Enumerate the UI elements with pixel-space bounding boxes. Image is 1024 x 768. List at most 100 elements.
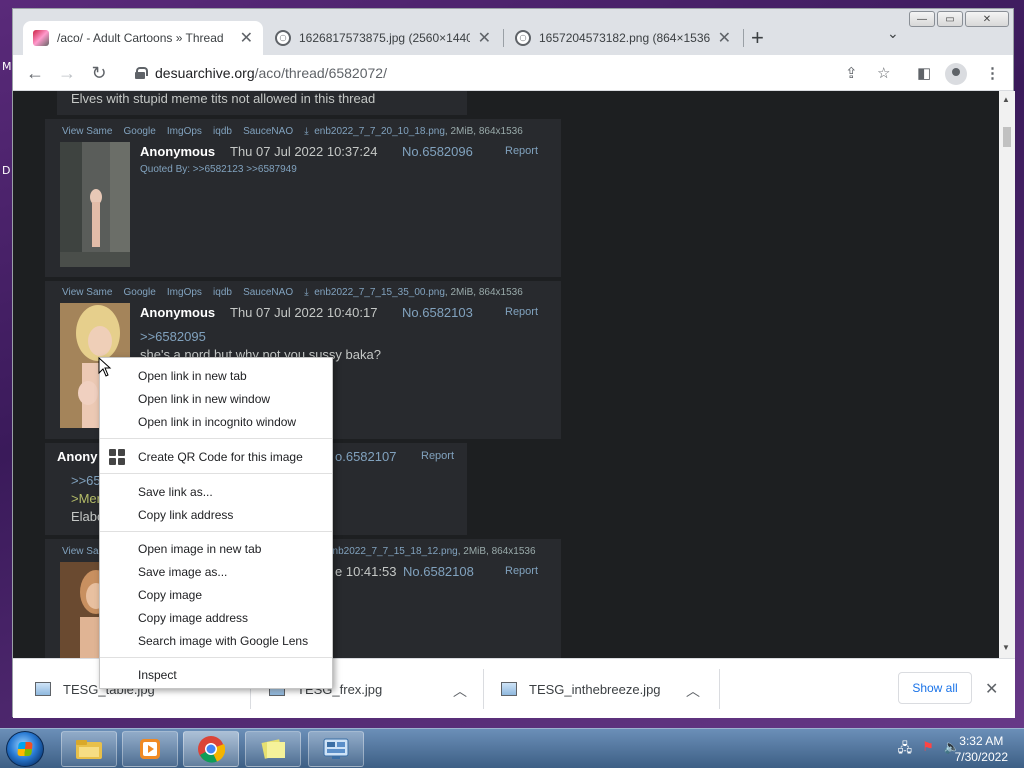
tab-strip: /aco/ - Adult Cartoons » Thread ✕ 162681… <box>13 9 1013 55</box>
download-item[interactable]: TESG_inthebreeze.jpg <box>501 659 661 719</box>
post-number-link[interactable]: o.6582107 <box>335 449 396 464</box>
clock-time: 3:32 AM <box>959 734 1004 748</box>
menu-save-link-as[interactable]: Save link as... <box>100 481 332 503</box>
menu-copy-link-address[interactable]: Copy link address <box>100 504 332 526</box>
menu-search-google-lens[interactable]: Search image with Google Lens <box>100 630 332 652</box>
report-link[interactable]: Report <box>421 450 454 462</box>
report-link[interactable]: Report <box>505 145 538 157</box>
taskbar-clock[interactable]: 3:32 AM 7/30/2022 <box>955 733 1008 765</box>
menu-copy-image-address[interactable]: Copy image address <box>100 607 332 629</box>
scroll-down-arrow-icon[interactable]: ▼ <box>1002 643 1010 652</box>
taskbar-chrome-button[interactable] <box>183 731 239 767</box>
bookmark-star-icon[interactable]: ☆ <box>877 64 890 82</box>
network-icon[interactable]: 🖧 <box>898 739 913 761</box>
reload-icon[interactable]: ↻ <box>87 61 111 85</box>
show-all-button[interactable]: Show all <box>898 672 972 704</box>
share-icon[interactable]: ⇪ <box>845 64 858 82</box>
back-arrow-icon[interactable]: ← <box>23 61 47 85</box>
system-tray: 🖧 ⚑ 🔈 <box>898 739 960 761</box>
post-date: Thu 07 Jul 2022 10:37:24 <box>230 144 378 159</box>
address-bar[interactable]: desuarchive.org/aco/thread/6582072/ <box>125 59 885 87</box>
remote-desktop-icon <box>323 738 349 759</box>
google-link[interactable]: Google <box>124 126 156 137</box>
action-center-flag-icon[interactable]: ⚑ <box>922 739 934 761</box>
post-number-link[interactable]: No.6582096 <box>402 144 473 159</box>
taskbar-explorer-button[interactable] <box>61 731 117 767</box>
taskbar-media-player-button[interactable] <box>122 731 178 767</box>
url-path: /aco/thread/6582072/ <box>254 65 387 81</box>
lock-icon[interactable] <box>135 67 148 79</box>
new-tab-plus-icon[interactable]: + <box>751 25 764 51</box>
post-date: e 10:41:53 <box>335 564 397 579</box>
pony-favicon-icon <box>33 30 49 46</box>
clock-date: 7/30/2022 <box>954 750 1008 764</box>
view-same-link[interactable]: View Sa <box>62 546 99 557</box>
tab-search-chevron-icon[interactable]: ⌄ <box>887 25 899 42</box>
imgops-link[interactable]: ImgOps <box>167 126 202 137</box>
scroll-up-arrow-icon[interactable]: ▲ <box>1002 95 1010 104</box>
post-number-link[interactable]: No.6582108 <box>403 564 474 579</box>
chevron-up-icon[interactable]: ︿ <box>453 681 467 701</box>
tab-title: 1626817573875.jpg (2560×1440) <box>299 31 470 45</box>
menu-save-image-as[interactable]: Save image as... <box>100 561 332 583</box>
tab-jpg-image[interactable]: 1626817573875.jpg (2560×1440) ✕ <box>265 21 501 55</box>
saucenao-link[interactable]: SauceNAO <box>243 126 293 137</box>
image-file-icon <box>501 682 517 696</box>
menu-copy-image[interactable]: Copy image <box>100 584 332 606</box>
taskbar-notes-button[interactable] <box>245 731 301 767</box>
page-scrollbar[interactable]: ▲ ▼ <box>999 91 1015 658</box>
file-meta: , 2MiB, 864x1536 <box>457 546 536 557</box>
close-tab-icon[interactable]: ✕ <box>240 28 253 48</box>
google-link[interactable]: Google <box>124 287 156 298</box>
close-tab-icon[interactable]: ✕ <box>478 28 491 48</box>
start-button[interactable] <box>6 731 44 767</box>
view-same-link[interactable]: View Same <box>62 126 112 137</box>
iqdb-link[interactable]: iqdb <box>213 126 232 137</box>
folder-icon <box>76 740 102 759</box>
close-window-button[interactable]: ✕ <box>965 11 1009 27</box>
poster-name: Anony <box>57 449 98 464</box>
post-number-link[interactable]: No.6582103 <box>402 305 473 320</box>
view-same-link[interactable]: View Same <box>62 287 112 298</box>
filename-link[interactable]: enb2022_7_7_15_35_00.png <box>314 287 445 298</box>
filename-link[interactable]: enb2022_7_7_15_18_12.png <box>327 546 458 557</box>
menu-open-link-new-window[interactable]: Open link in new window <box>100 388 332 410</box>
chevron-up-icon[interactable]: ︿ <box>686 681 700 701</box>
report-link[interactable]: Report <box>505 306 538 318</box>
forward-arrow-icon[interactable]: → <box>55 61 79 85</box>
imgops-link[interactable]: ImgOps <box>167 287 202 298</box>
post-date: Thu 07 Jul 2022 10:40:17 <box>230 305 378 320</box>
menu-kebab-icon[interactable]: ⋮ <box>985 64 1000 82</box>
quoted-by-links[interactable]: Quoted By: >>6582123 >>6587949 <box>140 164 297 175</box>
file-info-row: View Sa <box>62 546 99 557</box>
quote-link[interactable]: >>6582095 <box>140 329 206 344</box>
desktop-icon-label-m: M <box>2 60 12 73</box>
menu-inspect[interactable]: Inspect <box>100 664 332 686</box>
context-menu: Open link in new tab Open link in new wi… <box>99 357 333 689</box>
scrollbar-thumb[interactable] <box>1003 127 1011 147</box>
side-panel-icon[interactable]: ◧ <box>917 64 931 82</box>
menu-open-image-new-tab[interactable]: Open image in new tab <box>100 538 332 560</box>
filename-link[interactable]: enb2022_7_7_20_10_18.png <box>314 126 445 137</box>
iqdb-link[interactable]: iqdb <box>213 287 232 298</box>
profile-avatar-icon[interactable] <box>945 63 967 85</box>
file-info-row: View Same Google ImgOps iqdb SauceNAO ⤓ … <box>62 126 523 137</box>
minimize-button[interactable]: — <box>909 11 935 27</box>
tab-png-image[interactable]: 1657204573182.png (864×1536) ✕ <box>505 21 741 55</box>
post-thumbnail-image[interactable] <box>60 142 130 267</box>
menu-create-qr-code[interactable]: Create QR Code for this image <box>100 446 332 468</box>
sticky-notes-icon <box>261 739 285 759</box>
quote-link[interactable]: >>65 <box>71 473 101 488</box>
file-info-row: View Same Google ImgOps iqdb SauceNAO ⤓ … <box>62 287 523 298</box>
taskbar-remote-desktop-button[interactable] <box>308 731 364 767</box>
close-downloads-icon[interactable]: ✕ <box>985 679 998 699</box>
menu-open-link-new-tab[interactable]: Open link in new tab <box>100 365 332 387</box>
report-link[interactable]: Report <box>505 565 538 577</box>
tab-aco-thread[interactable]: /aco/ - Adult Cartoons » Thread ✕ <box>23 21 263 55</box>
saucenao-link[interactable]: SauceNAO <box>243 287 293 298</box>
close-tab-icon[interactable]: ✕ <box>718 28 731 48</box>
menu-open-link-incognito[interactable]: Open link in incognito window <box>100 411 332 433</box>
maximize-button[interactable]: ▭ <box>937 11 963 27</box>
download-icon[interactable]: ⤓ <box>304 126 308 137</box>
download-icon[interactable]: ⤓ <box>304 287 308 298</box>
